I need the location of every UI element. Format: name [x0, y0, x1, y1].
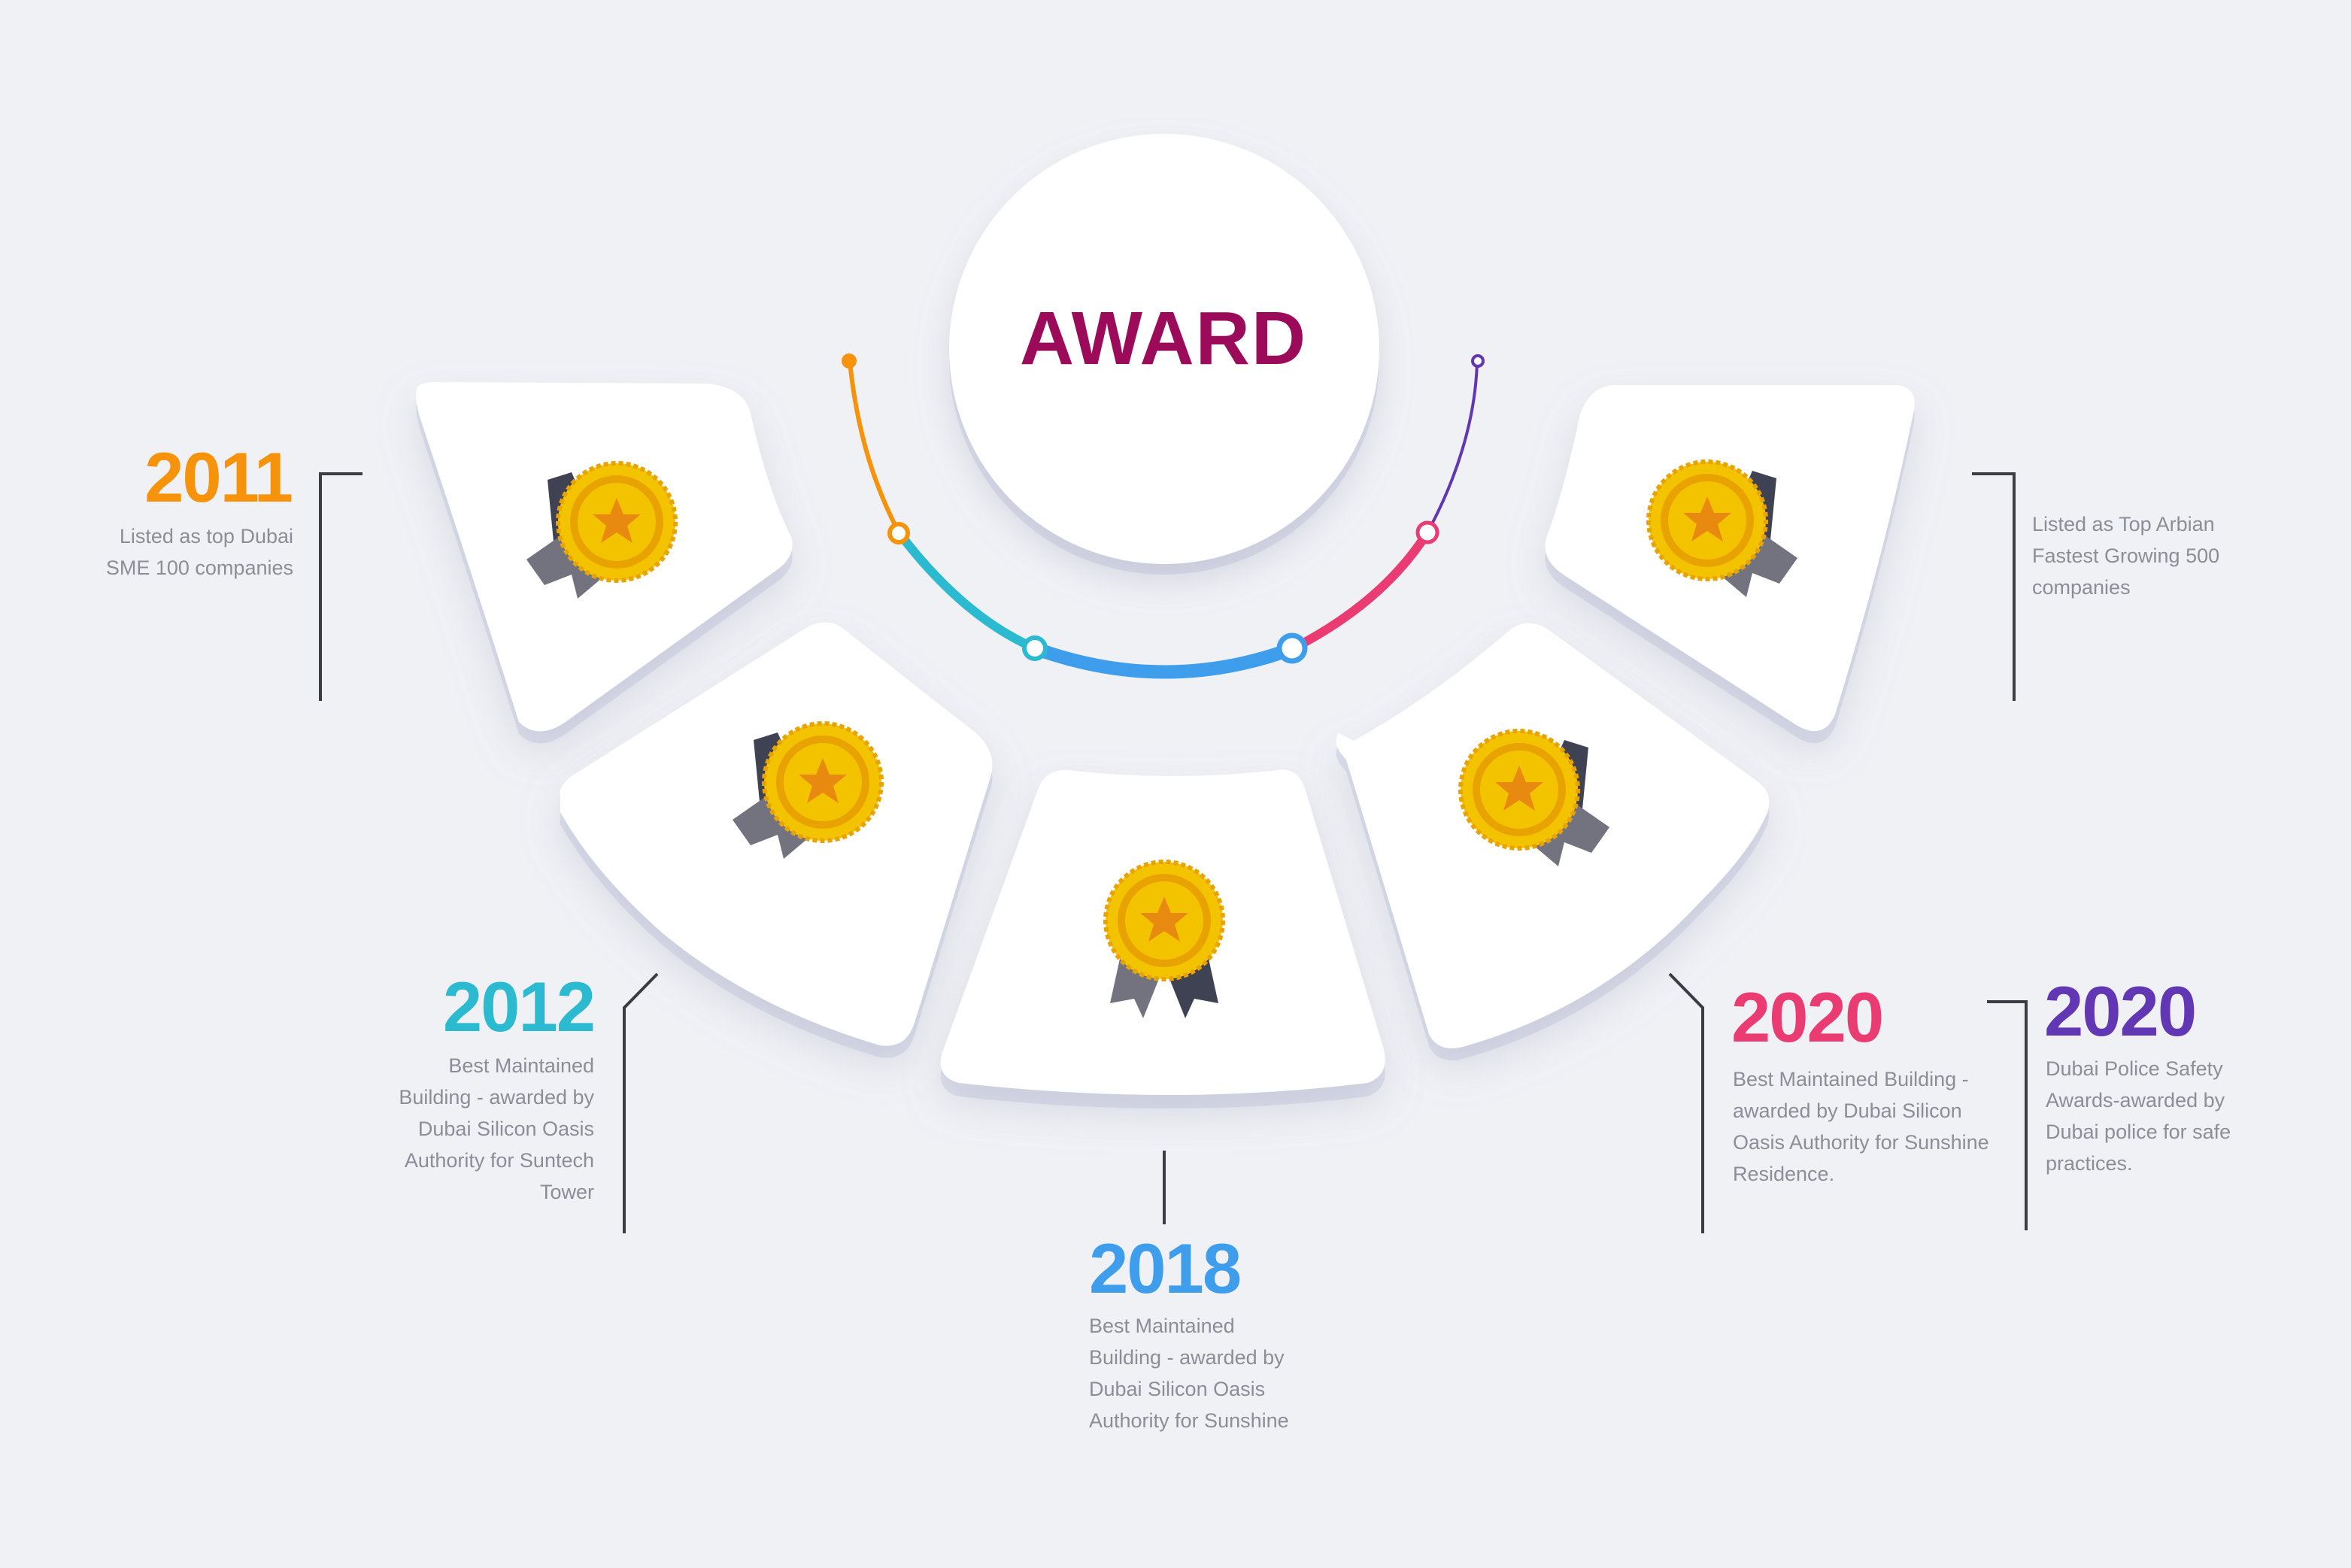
arc-node-end	[1471, 354, 1485, 368]
desc-2011: Listed as top Dubai SME 100 companies	[105, 525, 293, 579]
year-2020-purple: 2020	[2044, 972, 2197, 1051]
connector-2012	[623, 972, 659, 1233]
arc-node-2018	[1276, 632, 1308, 664]
arc-node-start	[842, 353, 857, 368]
desc-2018: Best Maintained Building - awarded by Du…	[1089, 1315, 1289, 1432]
connector-2011	[319, 472, 363, 701]
center-title: AWARD	[1019, 296, 1308, 381]
desc-2020-purple: Dubai Police Safety Awards-awarded by Du…	[2046, 1057, 2231, 1175]
year-2018: 2018	[1089, 1229, 1242, 1308]
connector-2020-pink	[1668, 972, 1704, 1233]
arc-segment-purple	[1426, 360, 1479, 534]
desc-2012: Best Maintained Building - awarded by Du…	[399, 1054, 594, 1203]
arc-segment-cyan	[894, 528, 1039, 653]
arc-node-2011	[887, 522, 910, 544]
connector-right-note	[1972, 472, 2016, 701]
year-2012: 2012	[442, 967, 596, 1046]
arc-segment-orange	[848, 359, 901, 535]
year-2020-pink: 2020	[1731, 978, 1884, 1057]
arc-segment-blue	[1028, 641, 1300, 679]
desc-2020-pink: Best Maintained Building - awarded by Du…	[1733, 1068, 1989, 1185]
arc-node-2020	[1415, 520, 1439, 544]
year-2011: 2011	[144, 438, 293, 517]
arc-segment-pink	[1289, 528, 1432, 653]
award-infographic: AWARD 2011 Listed as top Dubai SME 100 c…	[0, 0, 2351, 1568]
arc-node-2012	[1022, 635, 1048, 661]
right-note-text: Listed as Top Arbian Fastest Growing 500…	[2032, 513, 2220, 599]
